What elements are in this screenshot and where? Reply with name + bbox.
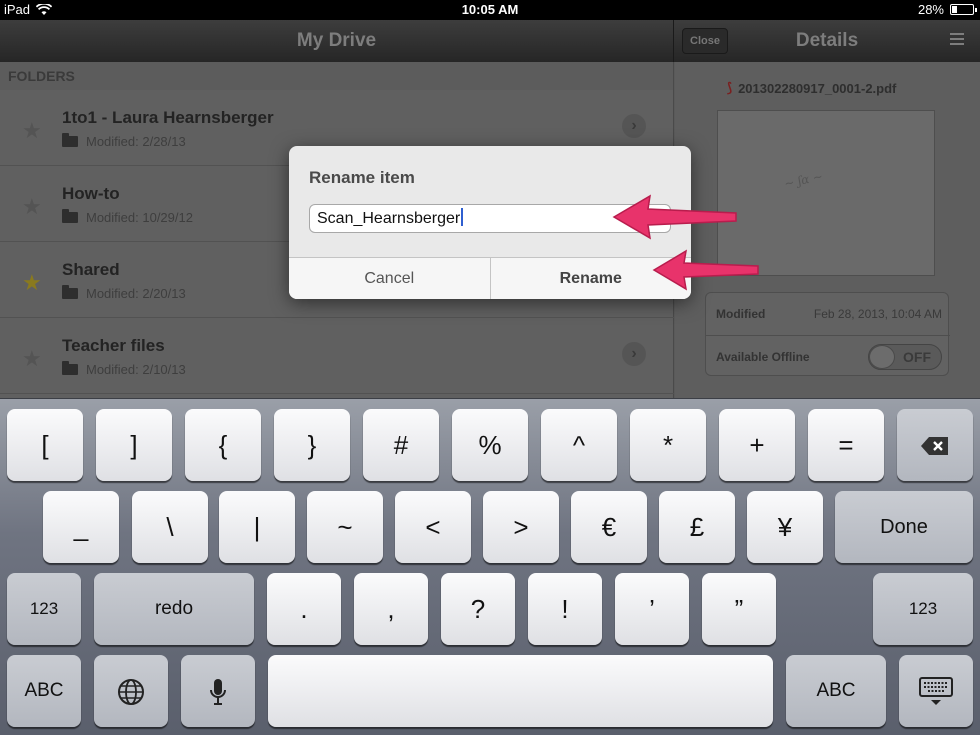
clock: 10:05 AM xyxy=(461,2,519,17)
section-header: FOLDERS xyxy=(0,62,673,90)
offline-toggle[interactable]: OFF xyxy=(868,344,942,370)
dialog-buttons: Cancel Rename xyxy=(289,257,691,299)
numbers-key-right[interactable]: 123 xyxy=(873,573,973,645)
dialog-title: Rename item xyxy=(309,168,415,187)
list-item[interactable]: ★ Teacher files Modified: 2/10/13 › xyxy=(0,318,674,394)
key-underscore[interactable]: _ xyxy=(43,491,119,563)
key-less-than[interactable]: < xyxy=(395,491,471,563)
modified-date: Modified: 2/28/13 xyxy=(86,134,186,149)
redo-key[interactable]: redo xyxy=(94,573,254,645)
annotation-arrow-input xyxy=(612,194,737,240)
space-key[interactable] xyxy=(268,655,773,727)
folder-title: How-to xyxy=(62,184,120,203)
key-greater-than[interactable]: > xyxy=(483,491,559,563)
modified-value: Feb 28, 2013, 10:04 AM xyxy=(813,307,942,321)
key-left-bracket[interactable]: [ xyxy=(7,409,83,481)
nav-bar-left: My Drive xyxy=(0,20,674,62)
folder-title: Shared xyxy=(62,260,120,279)
key-apostrophe[interactable]: ’ xyxy=(615,573,689,645)
folder-icon xyxy=(62,361,78,375)
cancel-button[interactable]: Cancel xyxy=(289,258,490,299)
star-icon[interactable]: ★ xyxy=(22,118,42,144)
folder-subtitle: Modified: 2/10/13 xyxy=(62,361,186,377)
key-exclamation[interactable]: ! xyxy=(528,573,602,645)
globe-key[interactable] xyxy=(94,655,168,727)
abc-key-left[interactable]: ABC xyxy=(7,655,81,727)
key-pound[interactable]: £ xyxy=(659,491,735,563)
key-backslash[interactable]: \ xyxy=(132,491,208,563)
shared-folder-icon xyxy=(62,209,78,223)
file-name-label: 201302280917_0001-2.pdf xyxy=(738,80,897,96)
key-yen[interactable]: ¥ xyxy=(747,491,823,563)
hide-keyboard-key[interactable] xyxy=(899,655,973,727)
annotation-arrow-rename xyxy=(652,249,759,291)
dictation-key[interactable] xyxy=(181,655,255,727)
battery-percent: 28% xyxy=(917,2,944,17)
key-caret[interactable]: ^ xyxy=(541,409,617,481)
key-left-brace[interactable]: { xyxy=(185,409,261,481)
details-title: Details xyxy=(795,30,859,51)
key-pipe[interactable]: | xyxy=(219,491,295,563)
key-hash[interactable]: # xyxy=(363,409,439,481)
numbers-key-left[interactable]: 123 xyxy=(7,573,81,645)
microphone-icon xyxy=(210,679,226,706)
key-plus[interactable]: + xyxy=(719,409,795,481)
modified-date: Modified: 10/29/12 xyxy=(86,210,193,225)
modified-date: Modified: 2/10/13 xyxy=(86,362,186,377)
backspace-icon xyxy=(921,437,948,456)
offline-label: Available Offline xyxy=(716,350,810,364)
done-key[interactable]: Done xyxy=(835,491,973,563)
rename-input-value: Scan_Hearnsberger xyxy=(317,210,461,227)
modified-label: Modified xyxy=(716,307,766,321)
shared-folder-icon xyxy=(62,133,78,147)
folder-title: Teacher files xyxy=(62,336,165,355)
modified-row: Modified Feb 28, 2013, 10:04 AM xyxy=(706,293,950,335)
page-title: My Drive xyxy=(296,30,377,51)
key-right-brace[interactable]: } xyxy=(274,409,350,481)
onscreen-keyboard: [ ] { } # % ^ * + = _ \ | ~ < > € £ ¥ Do… xyxy=(0,398,980,735)
folder-title: 1to1 - Laura Hearnsberger xyxy=(62,108,274,127)
battery-icon xyxy=(950,4,977,15)
pdf-icon: ⟆ xyxy=(727,80,733,95)
star-icon[interactable]: ★ xyxy=(22,194,42,220)
star-icon[interactable]: ★ xyxy=(22,346,42,372)
key-tilde[interactable]: ~ xyxy=(307,491,383,563)
key-question[interactable]: ? xyxy=(441,573,515,645)
key-right-bracket[interactable]: ] xyxy=(96,409,172,481)
key-comma[interactable]: , xyxy=(354,573,428,645)
key-euro[interactable]: € xyxy=(571,491,647,563)
key-asterisk[interactable]: * xyxy=(630,409,706,481)
signature-scribble: ~ ʃɑ ~ xyxy=(782,169,825,191)
folder-subtitle: Modified: 2/28/13 xyxy=(62,133,186,149)
shared-folder-icon xyxy=(62,285,78,299)
key-equals[interactable]: = xyxy=(808,409,884,481)
file-info-card: Modified Feb 28, 2013, 10:04 AM Availabl… xyxy=(705,292,950,377)
backspace-key[interactable] xyxy=(897,409,973,481)
modified-date: Modified: 2/20/13 xyxy=(86,286,186,301)
keyboard-hide-icon xyxy=(919,677,953,706)
key-percent[interactable]: % xyxy=(452,409,528,481)
status-bar: iPad 10:05 AM 28% xyxy=(0,0,980,20)
folder-subtitle: Modified: 2/20/13 xyxy=(62,285,186,301)
toggle-knob xyxy=(869,345,895,369)
chevron-right-icon[interactable]: › xyxy=(622,342,646,366)
toggle-label: OFF xyxy=(903,349,931,365)
abc-key-right[interactable]: ABC xyxy=(786,655,886,727)
text-caret xyxy=(461,208,464,226)
globe-icon xyxy=(118,679,144,706)
star-icon[interactable]: ★ xyxy=(22,270,42,296)
menu-icon[interactable] xyxy=(950,33,964,47)
key-period[interactable]: . xyxy=(267,573,341,645)
nav-bar-right: Close Details xyxy=(674,20,980,62)
key-quote[interactable]: ” xyxy=(702,573,776,645)
folder-subtitle: Modified: 10/29/12 xyxy=(62,209,193,225)
offline-row: Available Offline OFF xyxy=(706,335,950,377)
file-name: ⟆ 201302280917_0001-2.pdf xyxy=(727,80,896,96)
chevron-right-icon[interactable]: › xyxy=(622,114,646,138)
